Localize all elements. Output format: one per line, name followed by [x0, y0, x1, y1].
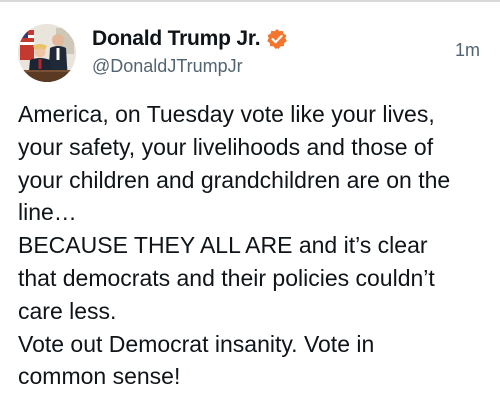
post-text-line: line…: [18, 199, 77, 226]
post-text-line: that democrats and their policies couldn…: [18, 264, 435, 291]
timestamp[interactable]: 1m: [455, 40, 480, 61]
post[interactable]: Donald Trump Jr. @DonaldJTrumpJr 1m Amer…: [0, 0, 500, 407]
post-text-line: America, on Tuesday vote like your lives…: [18, 101, 435, 127]
avatar-image: [18, 24, 76, 82]
post-header: Donald Trump Jr. @DonaldJTrumpJr: [92, 26, 480, 77]
post-text-line: your safety, your livelihoods and those …: [18, 133, 434, 160]
post-text-line: your children and grandchildren are on t…: [18, 166, 451, 193]
handle[interactable]: @DonaldJTrumpJr: [92, 56, 480, 77]
post-text: America, on Tuesday vote like your lives…: [18, 98, 488, 393]
avatar[interactable]: [18, 24, 76, 82]
post-text-line: care less.: [18, 297, 117, 324]
verified-badge-icon: [266, 28, 288, 50]
post-text-line: BECAUSE THEY ALL ARE and it’s clear: [18, 232, 428, 259]
post-text-line: common sense!: [18, 363, 181, 390]
display-name[interactable]: Donald Trump Jr.: [92, 27, 261, 51]
name-row: Donald Trump Jr.: [92, 26, 480, 52]
post-text-line: Vote out Democrat insanity. Vote in: [18, 330, 375, 357]
